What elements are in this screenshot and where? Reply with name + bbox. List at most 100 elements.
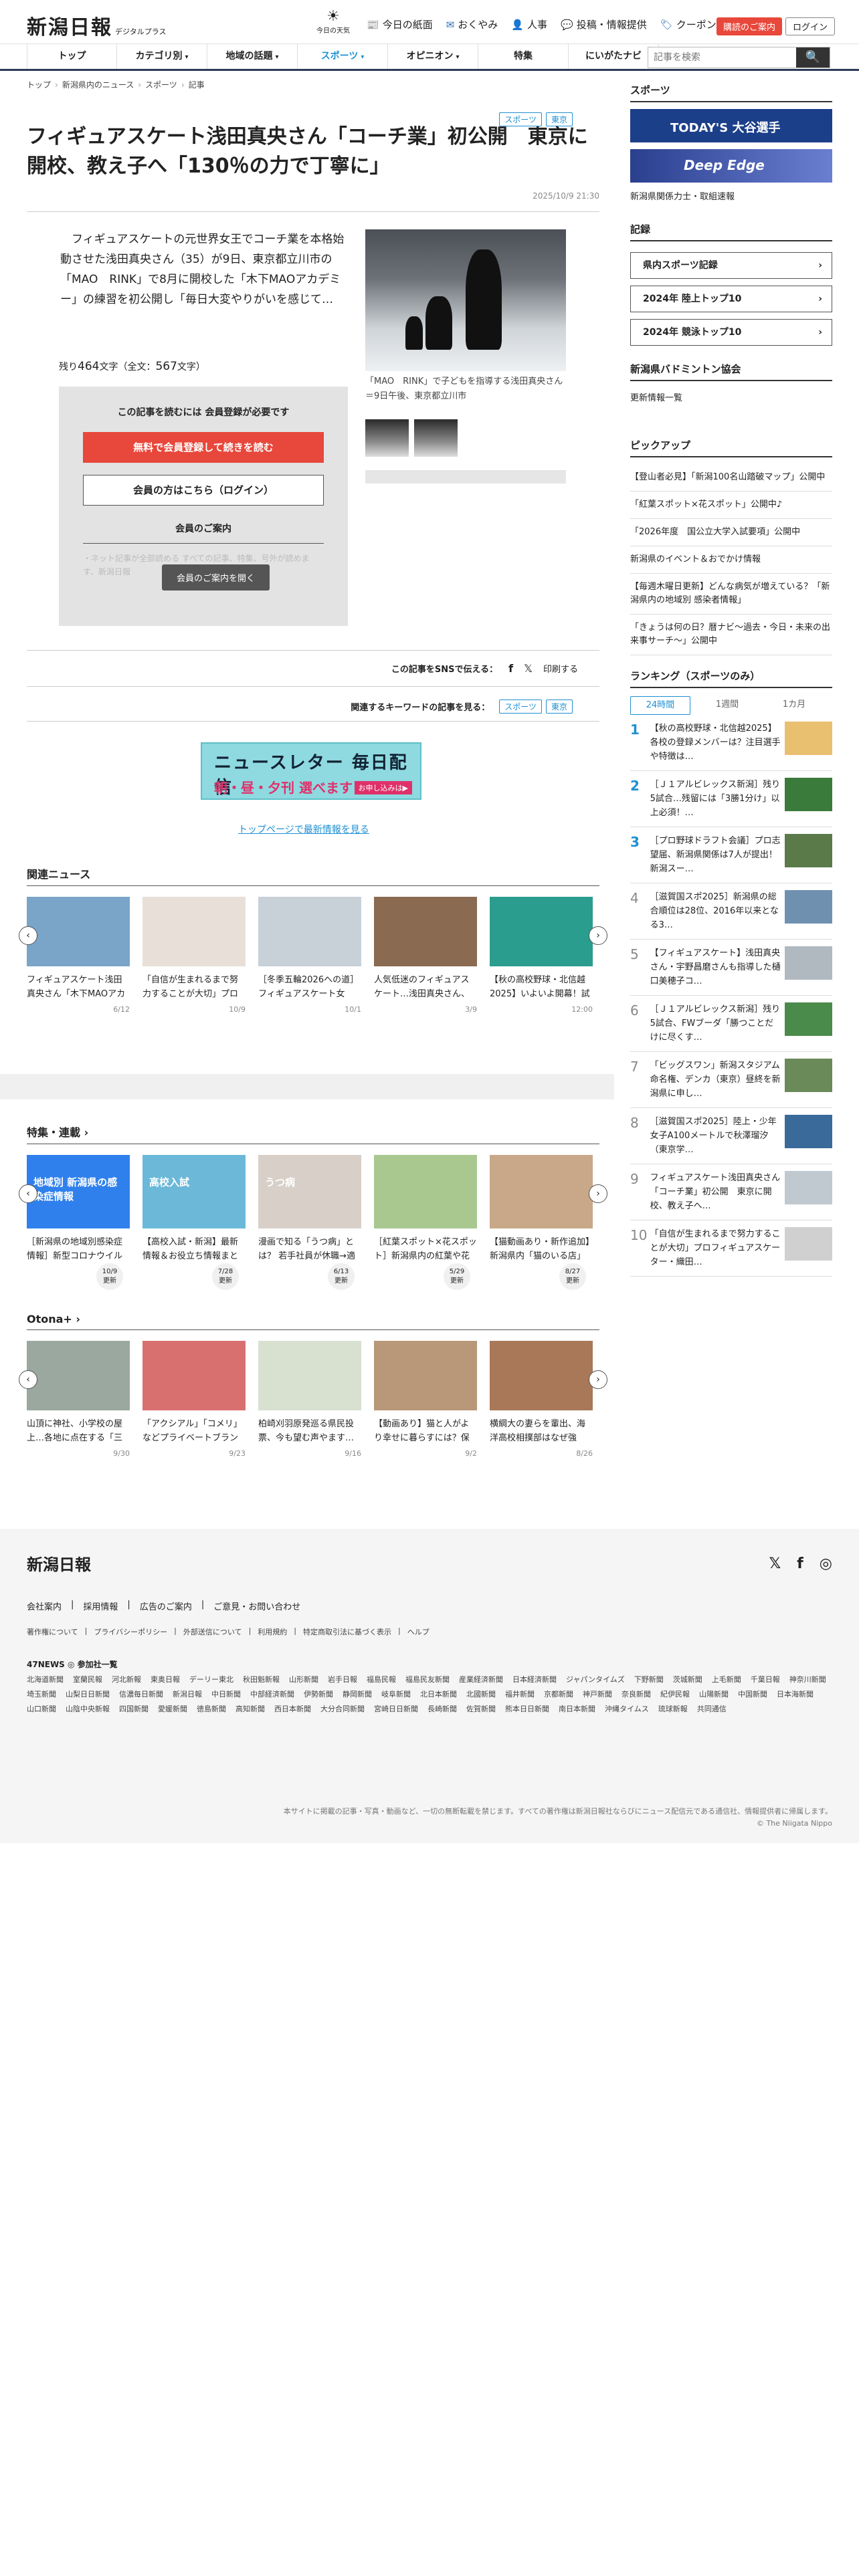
footer-link[interactable]: 会社案内 <box>27 1600 62 1612</box>
partner-paper-link[interactable]: 紀伊民報 <box>660 1689 690 1700</box>
partner-paper-link[interactable]: ジャパンタイムズ <box>566 1675 625 1685</box>
article-photo[interactable] <box>365 229 566 371</box>
keyword-tokyo[interactable]: 東京 <box>545 700 573 714</box>
partner-paper-link[interactable]: 神奈川新聞 <box>789 1675 826 1685</box>
partner-paper-link[interactable]: 長崎新聞 <box>427 1704 457 1715</box>
footer-link[interactable]: 採用情報 <box>83 1600 118 1612</box>
features-heading[interactable]: 特集・連載 › <box>27 1123 599 1144</box>
ohtani-banner[interactable]: TODAY'S 大谷選手 <box>630 109 832 142</box>
sumo-link[interactable]: 新潟県関係力士・取組速報 <box>630 189 832 202</box>
breadcrumb-item[interactable]: トップ <box>27 80 51 90</box>
nav-item[interactable]: にいがたナビ <box>569 44 659 69</box>
news-card[interactable]: ［冬季五輪2026への道］フィギュアスケート女子・中井亜美（… 10/1 <box>258 897 361 1014</box>
breadcrumb-item[interactable]: スポーツ <box>145 80 177 90</box>
top-page-link[interactable]: トップページで最新情報を見る <box>238 823 369 836</box>
partner-paper-link[interactable]: 中日新聞 <box>211 1689 241 1700</box>
partner-paper-link[interactable]: 北海道新聞 <box>27 1675 64 1685</box>
nav-item[interactable]: 地域の話題 ▾ <box>207 44 298 69</box>
partner-paper-link[interactable]: 南日本新聞 <box>559 1704 595 1715</box>
ranking-item[interactable]: 1 【秋の高校野球・北信越2025】各校の登録メンバーは？注目選手や特徴は… <box>630 715 832 771</box>
pickup-item[interactable]: 「きょうは何の日？暦ナビ～過去・今日・未来の出来事サーチ～」公開中 <box>630 615 832 655</box>
member-login-button[interactable]: 会員の方はこちら（ログイン） <box>83 475 324 506</box>
partner-paper-link[interactable]: 上毛新聞 <box>712 1675 741 1685</box>
facebook-icon[interactable]: f <box>797 1555 803 1572</box>
partner-paper-link[interactable]: 信濃毎日新聞 <box>119 1689 163 1700</box>
pickup-item[interactable]: 「紅葉スポット×花スポット」公開中♪ <box>630 492 832 519</box>
partner-paper-link[interactable]: 岐阜新聞 <box>381 1689 411 1700</box>
partner-paper-link[interactable]: 愛媛新聞 <box>158 1704 187 1715</box>
partner-paper-link[interactable]: 徳島新聞 <box>197 1704 226 1715</box>
news-card[interactable]: 【猫動画あり・新作追加】新潟県内「猫のいる店」でモフモフに触… 8/27 更新 <box>490 1155 593 1290</box>
ranking-item[interactable]: 2 ［Ｊ１アルビレックス新潟］残り5試合…残留には「3勝1分け」以上必須！… <box>630 771 832 827</box>
header-link[interactable]: ✉ おくやみ <box>446 17 498 31</box>
partner-paper-link[interactable]: 佐賀新聞 <box>466 1704 496 1715</box>
deep-edge-banner[interactable]: Deep Edge <box>630 149 832 183</box>
login-button[interactable]: ログイン <box>785 17 836 35</box>
header-link[interactable]: 💬 投稿・情報提供 <box>561 17 647 31</box>
news-card[interactable]: 高校入試【高校入試・新潟】最新情報＆お役立ち情報まとめ 倍率・過去問も 7/28 更… <box>142 1155 246 1290</box>
partner-paper-link[interactable]: 中国新聞 <box>738 1689 767 1700</box>
nav-item[interactable]: スポーツ ▾ <box>298 44 388 69</box>
chevron-left-icon[interactable]: ‹ <box>19 1184 37 1203</box>
partner-paper-link[interactable]: 山陽新聞 <box>699 1689 729 1700</box>
partner-paper-link[interactable]: 秋田魁新報 <box>243 1675 280 1685</box>
x-icon[interactable]: 𝕏 <box>769 1555 781 1572</box>
partner-paper-link[interactable]: 福島民報 <box>367 1675 396 1685</box>
ranking-item[interactable]: 9 フィギュアスケート浅田真央さん「コーチ業」初公開 東京に開校、教え子へ… <box>630 1164 832 1220</box>
site-logo[interactable]: 新潟日報 デジタルプラス <box>27 11 167 40</box>
tag-sports[interactable]: スポーツ <box>499 112 542 126</box>
record-link-1[interactable]: 県内スポーツ記録 › <box>630 252 832 279</box>
partner-paper-link[interactable]: 山口新聞 <box>27 1704 56 1715</box>
partner-paper-link[interactable]: 室蘭民報 <box>73 1675 102 1685</box>
ranking-item[interactable]: 7 「ビッグスワン」新潟スタジアム命名権、デンカ（東京）昼終を新潟県に申し… <box>630 1052 832 1108</box>
news-card[interactable]: 山頂に神社、小学校の屋上…各地に点在する「三角点」って？形は… 9/30 <box>27 1341 130 1458</box>
47news-label[interactable]: 47NEWS ◎ 参加社一覧 <box>27 1658 118 1670</box>
news-card[interactable]: 横綱大の妻らを輩出、海洋高校相撲部はなぜ強い？厳しい基礎練習… 8/26 <box>490 1341 593 1458</box>
keyword-sports[interactable]: スポーツ <box>499 700 542 714</box>
photo-thumb-2[interactable] <box>414 419 458 457</box>
ranking-item[interactable]: 4 ［滋賀国スポ2025］新潟県の総合順位は28位、2016年以来となる3… <box>630 883 832 940</box>
record-link-2[interactable]: 2024年 陸上トップ10 › <box>630 286 832 312</box>
ranking-item[interactable]: 5 【フィギュアスケート】浅田真央さん・宇野昌磨さんも指導した樋口美穂子コ… <box>630 940 832 996</box>
partner-paper-link[interactable]: 大分合同新聞 <box>320 1704 365 1715</box>
partner-paper-link[interactable]: 高知新聞 <box>235 1704 265 1715</box>
pickup-item[interactable]: 新潟県のイベント＆おでかけ情報 <box>630 546 832 574</box>
chevron-left-icon[interactable]: ‹ <box>19 926 37 945</box>
pickup-item[interactable]: 【毎週木曜日更新】どんな病気が増えている？「新潟県内の地域別 感染者情報」 <box>630 574 832 615</box>
record-link-3[interactable]: 2024年 競泳トップ10 › <box>630 319 832 346</box>
partner-paper-link[interactable]: 神戸新聞 <box>583 1689 612 1700</box>
subscribe-button[interactable]: 購読のご案内 <box>717 17 783 35</box>
partner-paper-link[interactable]: 福井新聞 <box>505 1689 535 1700</box>
weather-widget[interactable]: ☀ 今日の天気 <box>314 8 352 35</box>
chevron-right-icon[interactable]: › <box>589 1370 607 1389</box>
news-card[interactable]: うつ病漫画で知る「うつ病」とは？ 若手社員が休職→適応→復職する ま… 6/13 更… <box>258 1155 361 1290</box>
photo-thumb-1[interactable] <box>365 419 409 457</box>
partner-paper-link[interactable]: 四国新聞 <box>119 1704 149 1715</box>
partner-paper-link[interactable]: デーリー東北 <box>189 1675 233 1685</box>
partner-paper-link[interactable]: 岩手日報 <box>328 1675 357 1685</box>
news-card[interactable]: 地域別 新潟県の感染症情報 ［新潟県の地域別感染症情報］新型コロナウイルスが増加傾… <box>27 1155 130 1290</box>
partner-paper-link[interactable]: 東奥日報 <box>151 1675 180 1685</box>
news-card[interactable]: 柏崎刈羽原発巡る県民投票、今も望む声やます…首長らとの「意思… 9/16 <box>258 1341 361 1458</box>
footer-link-small[interactable]: ヘルプ <box>407 1626 430 1637</box>
footer-link-small[interactable]: 利用規約 <box>258 1626 287 1637</box>
footer-link-small[interactable]: 外部送信について <box>183 1626 242 1637</box>
news-card[interactable]: フィギュアスケート浅田真央さん「木下MAOアカデミー」設立、… 6/12 <box>27 897 130 1014</box>
partner-paper-link[interactable]: 熊本日日新聞 <box>505 1704 549 1715</box>
instagram-icon[interactable]: ◎ <box>820 1555 832 1572</box>
news-card[interactable]: 【動画あり】猫と人がより幸せに暮らすには？保護猫と新たな飼い… 9/2 <box>374 1341 477 1458</box>
partner-paper-link[interactable]: 河北新報 <box>112 1675 141 1685</box>
partner-paper-link[interactable]: 奈良新聞 <box>622 1689 651 1700</box>
partner-paper-link[interactable]: 山陰中央新報 <box>66 1704 110 1715</box>
footer-link-small[interactable]: 特定商取引法に基づく表示 <box>303 1626 391 1637</box>
nav-item[interactable]: 特集 <box>478 44 569 69</box>
ranking-tab[interactable]: 1カ月 <box>764 696 824 715</box>
search-icon[interactable]: 🔍 <box>796 47 830 68</box>
pickup-item[interactable]: 「2026年度 国公立大学入試要項」公開中 <box>630 519 832 546</box>
partner-paper-link[interactable]: 下野新聞 <box>634 1675 664 1685</box>
footer-link[interactable]: 広告のご案内 <box>140 1600 192 1612</box>
facebook-icon[interactable]: f <box>508 662 513 675</box>
partner-paper-link[interactable]: 北日本新聞 <box>420 1689 457 1700</box>
badminton-link[interactable]: 更新情報一覧 <box>630 391 832 403</box>
news-card[interactable]: 【秋の高校野球・北信越2025】いよいよ開幕！試合当日は試合… 12:00 <box>490 897 593 1014</box>
